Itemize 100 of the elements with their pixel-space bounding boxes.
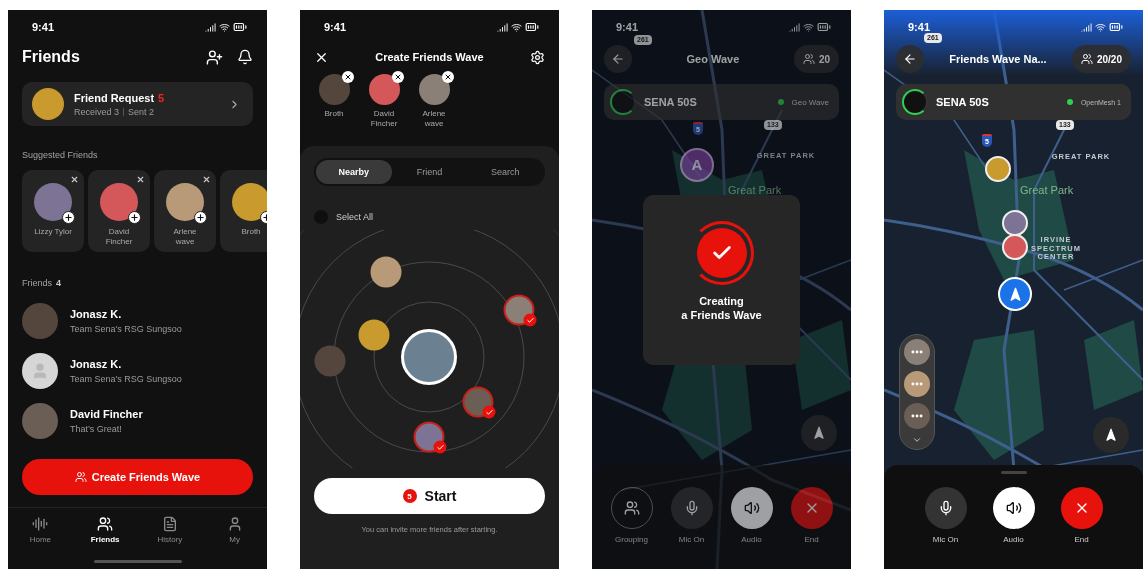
battery-icon xyxy=(525,20,539,34)
people-icon xyxy=(1080,53,1093,65)
battery-icon xyxy=(817,20,831,34)
friend-row[interactable]: Jonasz K. Team Sena's RSG Sungsoo xyxy=(8,346,267,396)
segment-tab[interactable]: Friend xyxy=(391,160,468,184)
member-avatar[interactable] xyxy=(904,339,930,365)
control-label: End xyxy=(1074,535,1089,544)
locate-button[interactable] xyxy=(801,415,837,451)
suggested-friend-card[interactable]: Lizzy Tylor xyxy=(22,170,84,252)
screen-title: Friends xyxy=(22,48,80,66)
create-wave-button[interactable]: Create Friends Wave xyxy=(22,459,253,495)
status-time: 9:41 xyxy=(324,21,347,33)
dismiss-button[interactable] xyxy=(70,175,79,184)
remove-button[interactable] xyxy=(341,71,354,83)
close-icon xyxy=(343,73,352,81)
dialog-text: Creating a Friends Wave xyxy=(681,295,762,323)
nearby-friend-avatar[interactable] xyxy=(358,319,390,351)
suggested-friend-card[interactable]: David Fincher xyxy=(88,170,150,252)
member-avatar[interactable] xyxy=(904,403,930,429)
friend-row[interactable]: David Fincher That’s Great! xyxy=(8,396,267,446)
member-avatar[interactable] xyxy=(904,371,930,397)
add-friend-button[interactable] xyxy=(206,48,223,66)
bell-icon xyxy=(237,49,253,65)
control-label: Mic On xyxy=(932,535,959,544)
add-button[interactable] xyxy=(128,211,141,224)
close-icon xyxy=(393,73,402,81)
wifi-icon xyxy=(803,21,814,33)
signal-icon xyxy=(1081,21,1092,33)
signal-icon xyxy=(789,21,800,33)
dismiss-button[interactable] xyxy=(136,175,145,184)
friend-name: Jonasz K. xyxy=(70,308,123,320)
nearby-friend-avatar[interactable] xyxy=(413,421,445,453)
signal-icon xyxy=(497,21,508,33)
status-time: 9:41 xyxy=(908,21,931,33)
friend-name: Broth xyxy=(240,227,262,237)
friend-name: Jonasz K. xyxy=(70,358,123,370)
dismiss-button[interactable] xyxy=(202,175,211,184)
nearby-friend-avatar[interactable] xyxy=(462,386,494,418)
people-icon xyxy=(623,500,640,516)
start-button[interactable]: 5 Start xyxy=(314,478,545,514)
section-heading: Friends xyxy=(22,278,52,288)
remove-button[interactable] xyxy=(441,71,454,83)
notifications-button[interactable] xyxy=(237,49,253,65)
call-control-button[interactable] xyxy=(1060,487,1103,529)
nav-tab[interactable]: My xyxy=(209,516,260,550)
settings-icon xyxy=(530,49,545,65)
screen-title: Geo Wave xyxy=(686,53,740,65)
friend-request-card[interactable]: Friend Request 5 Received 3 Sent 2 xyxy=(22,82,253,126)
chevron-down-icon[interactable] xyxy=(912,435,922,445)
settings-button[interactable] xyxy=(530,49,545,65)
people-icon xyxy=(802,53,815,65)
members-button[interactable]: 20/20 xyxy=(1071,45,1131,73)
segment-tab[interactable]: Search xyxy=(467,160,543,184)
device-name: SENA 50S xyxy=(644,96,698,108)
members-button[interactable]: 20 xyxy=(793,45,839,73)
avatar-photo xyxy=(32,88,64,120)
request-count: 5 xyxy=(158,91,165,104)
device-name: SENA 50S xyxy=(936,96,990,108)
status-time: 9:41 xyxy=(616,21,639,33)
status-dot xyxy=(777,99,784,105)
control-label: Grouping xyxy=(615,535,648,544)
device-mode: Geo Wave xyxy=(791,97,829,107)
my-avatar-photo xyxy=(401,329,457,385)
suggested-friend-card[interactable]: Broth xyxy=(220,170,267,252)
speaker-icon xyxy=(743,500,760,516)
plus-icon xyxy=(130,213,139,222)
device-logo-icon xyxy=(610,89,636,115)
avatar-photo xyxy=(22,403,58,439)
call-control-button[interactable] xyxy=(730,487,773,529)
people-icon xyxy=(74,471,87,483)
remove-button[interactable] xyxy=(391,71,404,83)
device-logo-icon xyxy=(902,89,928,115)
suggested-friend-card[interactable]: Arlene wave xyxy=(154,170,216,252)
document-icon xyxy=(161,516,178,532)
friend-status: Team Sena's RSG Sungsoo xyxy=(70,374,182,384)
friends-count: 4 xyxy=(56,278,62,288)
call-control-button[interactable] xyxy=(924,487,967,529)
add-person-icon xyxy=(206,48,223,66)
close-icon xyxy=(136,175,145,184)
friend-name: Broth xyxy=(323,109,345,119)
person-silhouette-icon xyxy=(31,362,49,380)
add-button[interactable] xyxy=(194,211,207,224)
back-arrow-icon xyxy=(903,52,917,66)
nav-tab[interactable]: History xyxy=(144,516,195,550)
friend-row[interactable]: Jonasz K. Team Sena's RSG Sungsoo xyxy=(8,296,267,346)
call-control-button[interactable] xyxy=(992,487,1035,529)
people-icon xyxy=(97,516,114,532)
nearby-friend-avatar[interactable] xyxy=(503,294,535,326)
segment-tab[interactable]: Nearby xyxy=(316,160,392,184)
waveform-icon xyxy=(32,516,49,532)
add-button[interactable] xyxy=(62,211,75,224)
back-button[interactable] xyxy=(604,45,632,73)
request-title: Friend Request xyxy=(74,91,155,104)
map-marker: A xyxy=(680,148,714,182)
nav-tab[interactable]: Friends xyxy=(80,516,131,550)
nearby-friend-avatar[interactable] xyxy=(370,256,402,288)
control-label: Mic On xyxy=(678,535,705,544)
screen-title: Create Friends Wave xyxy=(375,51,484,63)
friend-name: Lizzy Tylor xyxy=(33,227,73,237)
nav-tab[interactable]: Home xyxy=(15,516,66,550)
